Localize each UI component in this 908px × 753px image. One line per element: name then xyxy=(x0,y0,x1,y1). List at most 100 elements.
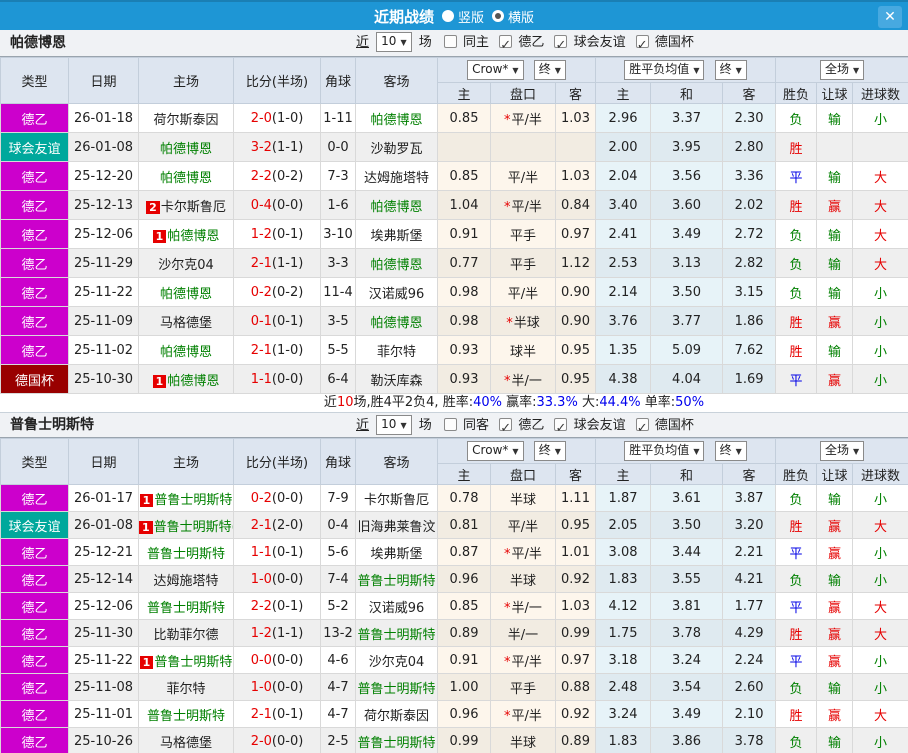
home-team-cell: 马格德堡 xyxy=(138,727,234,753)
match-date: 26-01-18 xyxy=(68,103,139,133)
close-button[interactable]: ✕ xyxy=(878,6,902,28)
result-wdl-cell: 负 xyxy=(775,673,818,701)
horizontal-layout-label[interactable]: 横版 xyxy=(508,7,534,26)
away-team-cell: 帕德博恩 xyxy=(355,190,438,220)
home-odds-cell: 0.91 xyxy=(437,219,491,249)
away-odds-cell: 1.01 xyxy=(554,538,597,566)
same-home-label[interactable]: 同主 xyxy=(463,35,489,50)
corner-cell: 6-4 xyxy=(320,364,356,394)
league-label-friendly[interactable]: 球会友谊 xyxy=(574,418,626,433)
away-odds-cell: 0.89 xyxy=(554,727,597,753)
col-avg-away: 客 xyxy=(722,82,777,104)
team-label: 沙尔克04 xyxy=(368,654,425,670)
same-away-label[interactable]: 同客 xyxy=(463,418,489,433)
league-label-dfbpokal[interactable]: 德国杯 xyxy=(655,418,694,433)
col-wdl: 胜负 xyxy=(775,463,818,485)
dialog-title: 近期战绩 xyxy=(373,7,434,26)
fulltime-score: 1-0 xyxy=(250,679,272,695)
near-link[interactable]: 近 xyxy=(356,35,369,50)
match-row: 德乙 26-01-17 1 普鲁士明斯特 0-2(0-0) 7-9 卡尔斯鲁厄 0.78 半球 1… xyxy=(0,484,908,512)
final-odds-select[interactable]: 终 ▼ xyxy=(533,441,566,461)
league-label-bundesliga2[interactable]: 德乙 xyxy=(518,35,544,50)
score-cell: 0-2(0-2) xyxy=(233,277,321,307)
away-team-cell: 汉诺威96 xyxy=(355,277,438,307)
away-odds-cell: 0.95 xyxy=(554,364,597,394)
col-odds-home: 主 xyxy=(437,463,491,485)
league-label-friendly[interactable]: 球会友谊 xyxy=(574,35,626,50)
match-type: 德国杯 xyxy=(0,364,69,394)
halftime-score: (0-2) xyxy=(271,168,304,184)
result-wdl-cell: 负 xyxy=(775,248,818,278)
result-goals-cell xyxy=(852,132,908,162)
record-summary: 近10场,胜4平2负4, 胜率:40% 赢率:33.3% 大:44.4% 单率:… xyxy=(0,394,908,412)
avg-home-cell: 3.08 xyxy=(595,538,652,566)
result-wdl-cell: 平 xyxy=(775,161,818,191)
same-away-checkbox[interactable] xyxy=(443,418,457,431)
result-handicap-cell: 输 xyxy=(816,484,854,512)
avg-draw-cell: 4.04 xyxy=(650,364,724,394)
handicap-cell: 半球 xyxy=(490,727,556,753)
scope-select[interactable]: 全场 ▼ xyxy=(819,441,865,461)
caret-down-icon: ▼ xyxy=(400,38,407,47)
league-checkbox-bundesliga2[interactable] xyxy=(499,33,513,59)
corner-cell: 2-5 xyxy=(320,727,356,753)
league-checkbox-friendly[interactable] xyxy=(554,33,568,59)
avg-home-cell: 2.53 xyxy=(595,248,652,278)
team-label: 普鲁士明斯特 xyxy=(146,546,225,562)
avg-odds-select[interactable]: 胜平负均值 ▼ xyxy=(624,441,705,461)
halftime-score: (0-1) xyxy=(271,313,304,329)
away-odds-cell: 0.88 xyxy=(554,673,597,701)
caret-down-icon: ▼ xyxy=(693,66,700,75)
final-odds-select[interactable]: 终 ▼ xyxy=(533,60,566,80)
near-link[interactable]: 近 xyxy=(356,418,369,433)
league-checkbox-dfbpokal[interactable] xyxy=(635,416,649,441)
vertical-layout-radio[interactable] xyxy=(441,10,454,22)
avg-away-cell: 4.29 xyxy=(722,619,777,647)
avg-odds-select[interactable]: 胜平负均值 ▼ xyxy=(624,60,705,80)
home-odds-cell: 0.81 xyxy=(437,511,491,539)
home-odds-cell: 0.78 xyxy=(437,484,491,512)
changed-odds-star: * xyxy=(506,315,513,331)
bookmaker-select[interactable]: Crow* ▼ xyxy=(467,441,524,461)
horizontal-layout-radio[interactable] xyxy=(492,10,504,22)
match-date: 25-11-30 xyxy=(68,619,139,647)
final-odds-select-2[interactable]: 终 ▼ xyxy=(714,441,747,461)
filter-bar: 近 10▼ 场 同主 德乙 球会友谊 德国杯 xyxy=(356,30,694,59)
league-checkbox-friendly[interactable] xyxy=(554,416,568,441)
match-count-select[interactable]: 10 ▼ xyxy=(376,415,412,435)
scope-select[interactable]: 全场 ▼ xyxy=(819,60,865,80)
summary-segment: 44.4% xyxy=(599,395,641,410)
team-label: 普鲁士明斯特 xyxy=(146,708,225,724)
avg-home-cell: 1.83 xyxy=(595,727,652,753)
summary-segment: 40% xyxy=(473,395,502,410)
result-handicap-cell: 输 xyxy=(816,673,854,701)
league-checkbox-bundesliga2[interactable] xyxy=(499,416,513,441)
bookmaker-select[interactable]: Crow* ▼ xyxy=(467,60,524,80)
handicap-cell: 平/半 xyxy=(490,511,556,539)
home-team-cell: 沙尔克04 xyxy=(138,248,234,278)
team-label: 汉诺威96 xyxy=(368,600,425,616)
league-checkbox-dfbpokal[interactable] xyxy=(635,33,649,59)
summary-segment: 10 xyxy=(336,395,354,410)
result-goals-cell: 大 xyxy=(852,190,908,220)
vertical-layout-label[interactable]: 竖版 xyxy=(458,7,484,26)
home-team-cell: 1 普鲁士明斯特 xyxy=(138,484,234,512)
final-odds-select-2[interactable]: 终 ▼ xyxy=(714,60,747,80)
home-odds-cell: 0.93 xyxy=(437,364,491,394)
match-row: 德乙 25-11-29 沙尔克04 2-1(1-1) 3-3 帕德博恩 0.77 平手 1.12… xyxy=(0,248,908,278)
halftime-score: (0-0) xyxy=(271,197,304,213)
league-label-dfbpokal[interactable]: 德国杯 xyxy=(655,35,694,50)
same-home-checkbox[interactable] xyxy=(443,35,457,48)
match-count-select[interactable]: 10 ▼ xyxy=(376,32,412,52)
col-handicap: 盘口 xyxy=(490,463,556,485)
result-handicap-cell: 输 xyxy=(816,335,854,365)
score-cell: 2-0(0-0) xyxy=(233,727,321,753)
league-label-bundesliga2[interactable]: 德乙 xyxy=(518,418,544,433)
score-cell: 2-2(0-1) xyxy=(233,592,321,620)
result-wdl-cell: 平 xyxy=(775,538,818,566)
col-odds-away: 客 xyxy=(554,463,597,485)
result-handicap-cell: 赢 xyxy=(816,592,854,620)
avg-away-cell: 1.69 xyxy=(722,364,777,394)
col-avg-home: 主 xyxy=(595,82,652,104)
home-team-cell: 普鲁士明斯特 xyxy=(138,700,234,728)
